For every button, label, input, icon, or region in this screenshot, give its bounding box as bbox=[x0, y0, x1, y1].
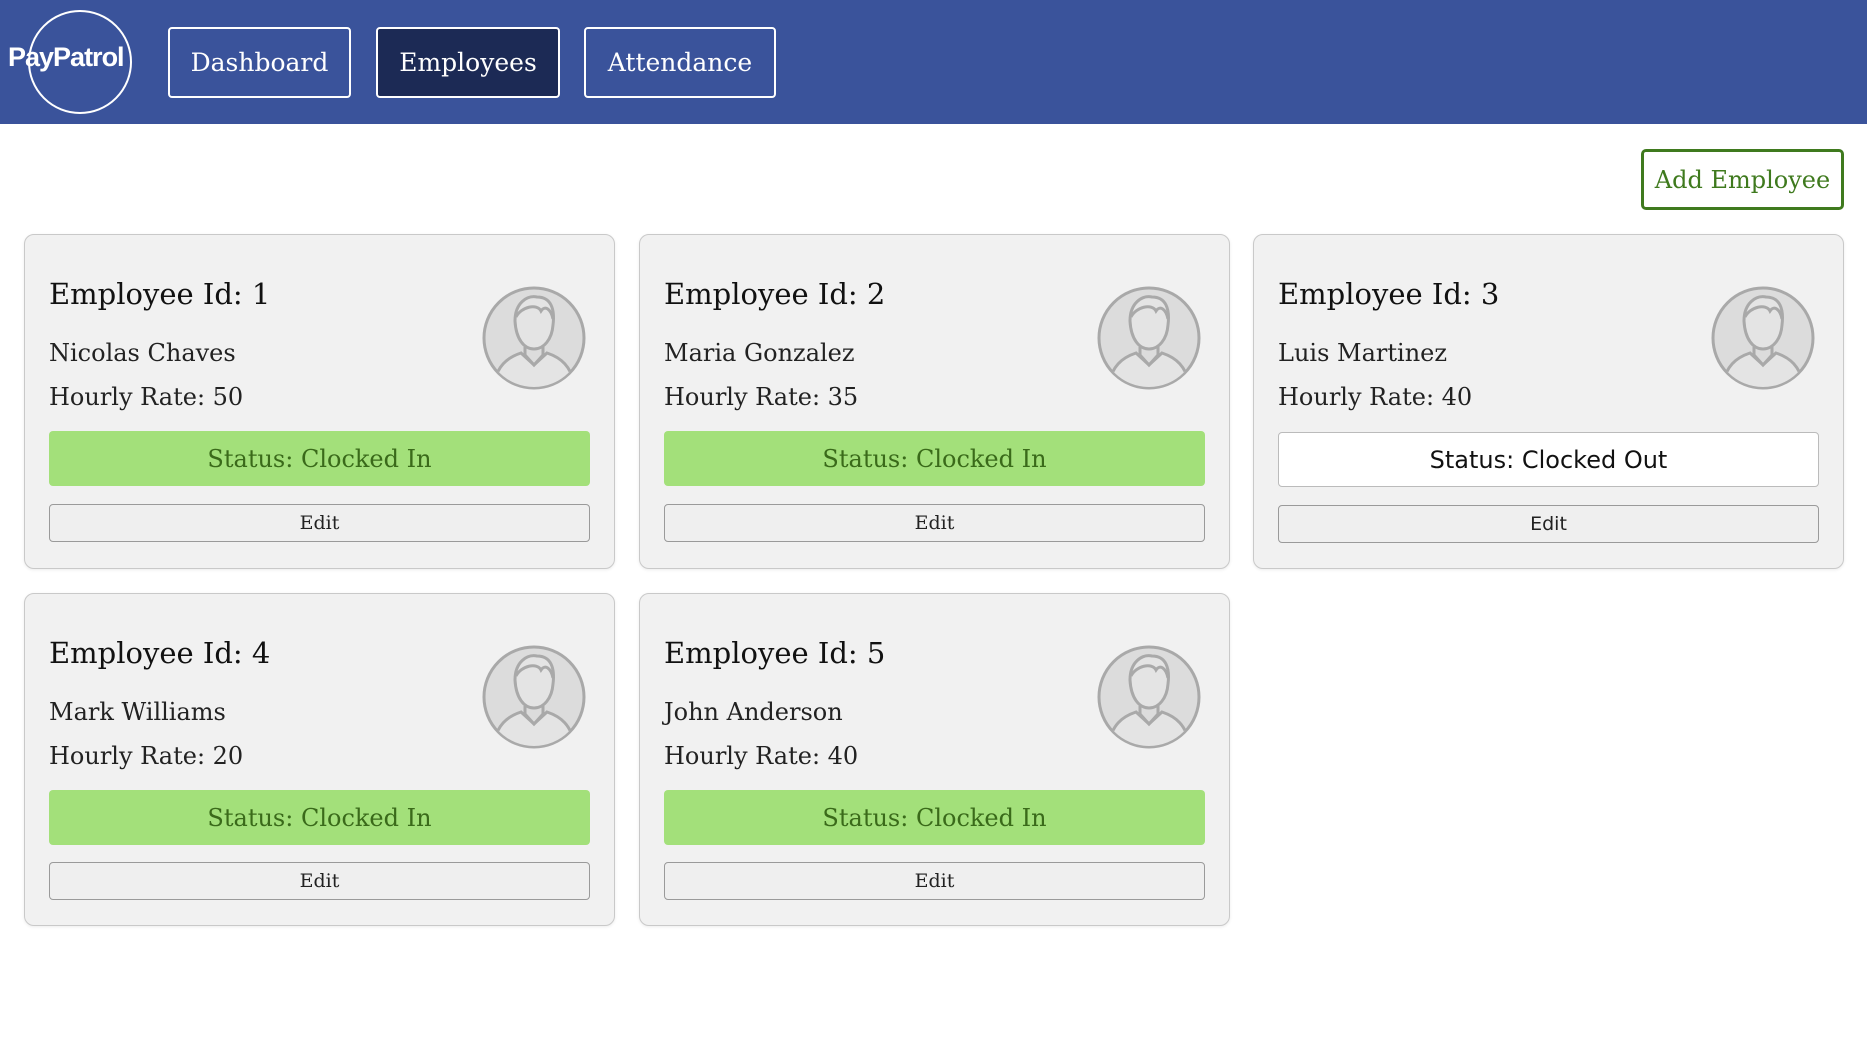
employee-id: Employee Id: 5 bbox=[664, 636, 886, 670]
hourly-rate: Hourly Rate: 50 bbox=[49, 383, 244, 411]
add-employee-button[interactable]: Add Employee bbox=[1641, 149, 1844, 210]
user-avatar-icon bbox=[482, 645, 586, 749]
status-badge: Status: Clocked In bbox=[664, 431, 1205, 486]
status-badge: Status: Clocked In bbox=[49, 431, 590, 486]
user-avatar-icon bbox=[1711, 286, 1815, 390]
hourly-rate: Hourly Rate: 40 bbox=[1278, 383, 1473, 411]
employee-card: Employee Id: 5 John Anderson Hourly Rate… bbox=[639, 593, 1230, 926]
status-badge: Status: Clocked In bbox=[664, 790, 1205, 845]
employee-name: John Anderson bbox=[664, 698, 843, 726]
status-badge: Status: Clocked Out bbox=[1278, 432, 1819, 487]
employee-id: Employee Id: 1 bbox=[49, 277, 271, 311]
hourly-rate: Hourly Rate: 20 bbox=[49, 742, 244, 770]
edit-button[interactable]: Edit bbox=[49, 504, 590, 542]
employee-id: Employee Id: 4 bbox=[49, 636, 271, 670]
nav-employees[interactable]: Employees bbox=[376, 27, 560, 98]
nav-dashboard[interactable]: Dashboard bbox=[168, 27, 351, 98]
user-avatar-icon bbox=[1097, 645, 1201, 749]
edit-button[interactable]: Edit bbox=[1278, 505, 1819, 543]
employee-id: Employee Id: 3 bbox=[1278, 277, 1500, 311]
employee-card: Employee Id: 3 Luis Martinez Hourly Rate… bbox=[1253, 234, 1844, 569]
employee-card: Employee Id: 1 Nicolas Chaves Hourly Rat… bbox=[24, 234, 615, 569]
status-badge: Status: Clocked In bbox=[49, 790, 590, 845]
user-avatar-icon bbox=[482, 286, 586, 390]
logo-text: PayPatrol bbox=[8, 42, 125, 72]
employee-name: Maria Gonzalez bbox=[664, 339, 855, 367]
hourly-rate: Hourly Rate: 35 bbox=[664, 383, 859, 411]
employee-name: Mark Williams bbox=[49, 698, 226, 726]
nav-attendance[interactable]: Attendance bbox=[584, 27, 776, 98]
hourly-rate: Hourly Rate: 40 bbox=[664, 742, 859, 770]
employee-name: Luis Martinez bbox=[1278, 339, 1447, 367]
employee-card: Employee Id: 4 Mark Williams Hourly Rate… bbox=[24, 593, 615, 926]
edit-button[interactable]: Edit bbox=[664, 504, 1205, 542]
employee-name: Nicolas Chaves bbox=[49, 339, 236, 367]
employee-id: Employee Id: 2 bbox=[664, 277, 886, 311]
top-nav-bar: PayPatrol Dashboard Employees Attendance bbox=[0, 0, 1867, 124]
employee-card: Employee Id: 2 Maria Gonzalez Hourly Rat… bbox=[639, 234, 1230, 569]
edit-button[interactable]: Edit bbox=[49, 862, 590, 900]
user-avatar-icon bbox=[1097, 286, 1201, 390]
edit-button[interactable]: Edit bbox=[664, 862, 1205, 900]
